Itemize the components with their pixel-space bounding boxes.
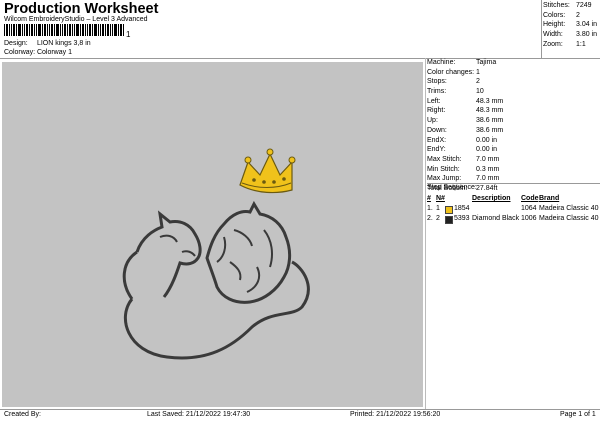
stat-width: Width: 3.80 in — [543, 31, 598, 39]
color-swatch — [445, 206, 453, 214]
info-trims: Trims: 10 — [427, 88, 484, 96]
stop-sequence-title: Stop Sequence: — [427, 184, 477, 191]
lion-design-artwork — [122, 148, 310, 360]
colorway-row: Colorway: Colorway 1 — [4, 49, 72, 56]
info-up: Up: 38.6 mm — [427, 117, 504, 125]
color-swatch — [445, 216, 453, 224]
info-min-stitch: Min Stitch: 0.3 mm — [427, 165, 500, 173]
barcode-mark: 1 — [126, 30, 131, 38]
design-row: Design: LION kings 3,8 in — [4, 40, 91, 47]
footer-printed: Printed: 21/12/2022 19:56:20 — [350, 411, 441, 418]
crown-shape — [239, 148, 296, 194]
footer-created-by: Created By: — [4, 411, 41, 418]
machine-info-panel: Machine: Tajima Color changes: 1 Stops: 2 T… — [427, 58, 600, 194]
info-max-stitch: Max Stitch: 7.0 mm — [427, 155, 500, 163]
table-row: 1. 1 1854 1064 Madeira Classic 40 — [427, 205, 599, 214]
design-label: Design: — [4, 40, 28, 47]
stats-divider — [541, 0, 542, 58]
colorway-label: Colorway: — [4, 49, 36, 56]
stop-sequence-table: # N# Description Code Brand 1. 1 1854 10… — [427, 194, 600, 224]
info-color-changes: Color changes: 1 — [427, 68, 480, 76]
col-brand: Brand — [539, 195, 560, 202]
info-endx: EndX: 0.00 in — [427, 136, 498, 144]
panel-divider — [425, 58, 426, 409]
footer-last-saved: Last Saved: 21/12/2022 19:47:30 — [147, 411, 251, 418]
footer-page: Page 1 of 1 — [560, 411, 596, 418]
stat-colors: Colors: 2 — [543, 11, 580, 19]
design-value: LION kings 3,8 in — [36, 40, 91, 47]
info-right: Right: 48.3 mm — [427, 107, 504, 115]
table-row: 2. 2 5393 Diamond Black 1006 Madeira Cla… — [427, 215, 599, 224]
col-num: # — [427, 195, 431, 202]
stat-zoom: Zoom: 1:1 — [543, 40, 586, 48]
info-left: Left: 48.3 mm — [427, 97, 504, 105]
info-endy: EndY: 0.00 in — [427, 146, 498, 154]
stat-stitches: Stitches: 7249 — [543, 2, 592, 9]
footer-divider — [0, 409, 600, 410]
table-header-row: # N# Description Code Brand — [427, 194, 600, 204]
col-code: Code — [521, 195, 539, 202]
colorway-value: Colorway 1 — [36, 49, 72, 56]
col-description: Description — [472, 195, 511, 202]
info-machine: Machine: Tajima — [427, 59, 497, 66]
software-subtitle: Wilcom EmbroideryStudio – Level 3 Advanc… — [4, 16, 148, 23]
info-down: Down: 38.6 mm — [427, 126, 504, 134]
barcode: 1 — [4, 24, 131, 38]
info-stops: Stops: 2 — [427, 78, 480, 86]
stats-panel: Stitches: 7249 Colors: 2 Height: 3.04 in Wi… — [543, 1, 600, 49]
design-canvas — [2, 62, 423, 407]
stat-height: Height: 3.04 in — [543, 21, 598, 29]
col-n: N# — [436, 195, 445, 202]
page-title: Production Worksheet — [4, 1, 159, 17]
